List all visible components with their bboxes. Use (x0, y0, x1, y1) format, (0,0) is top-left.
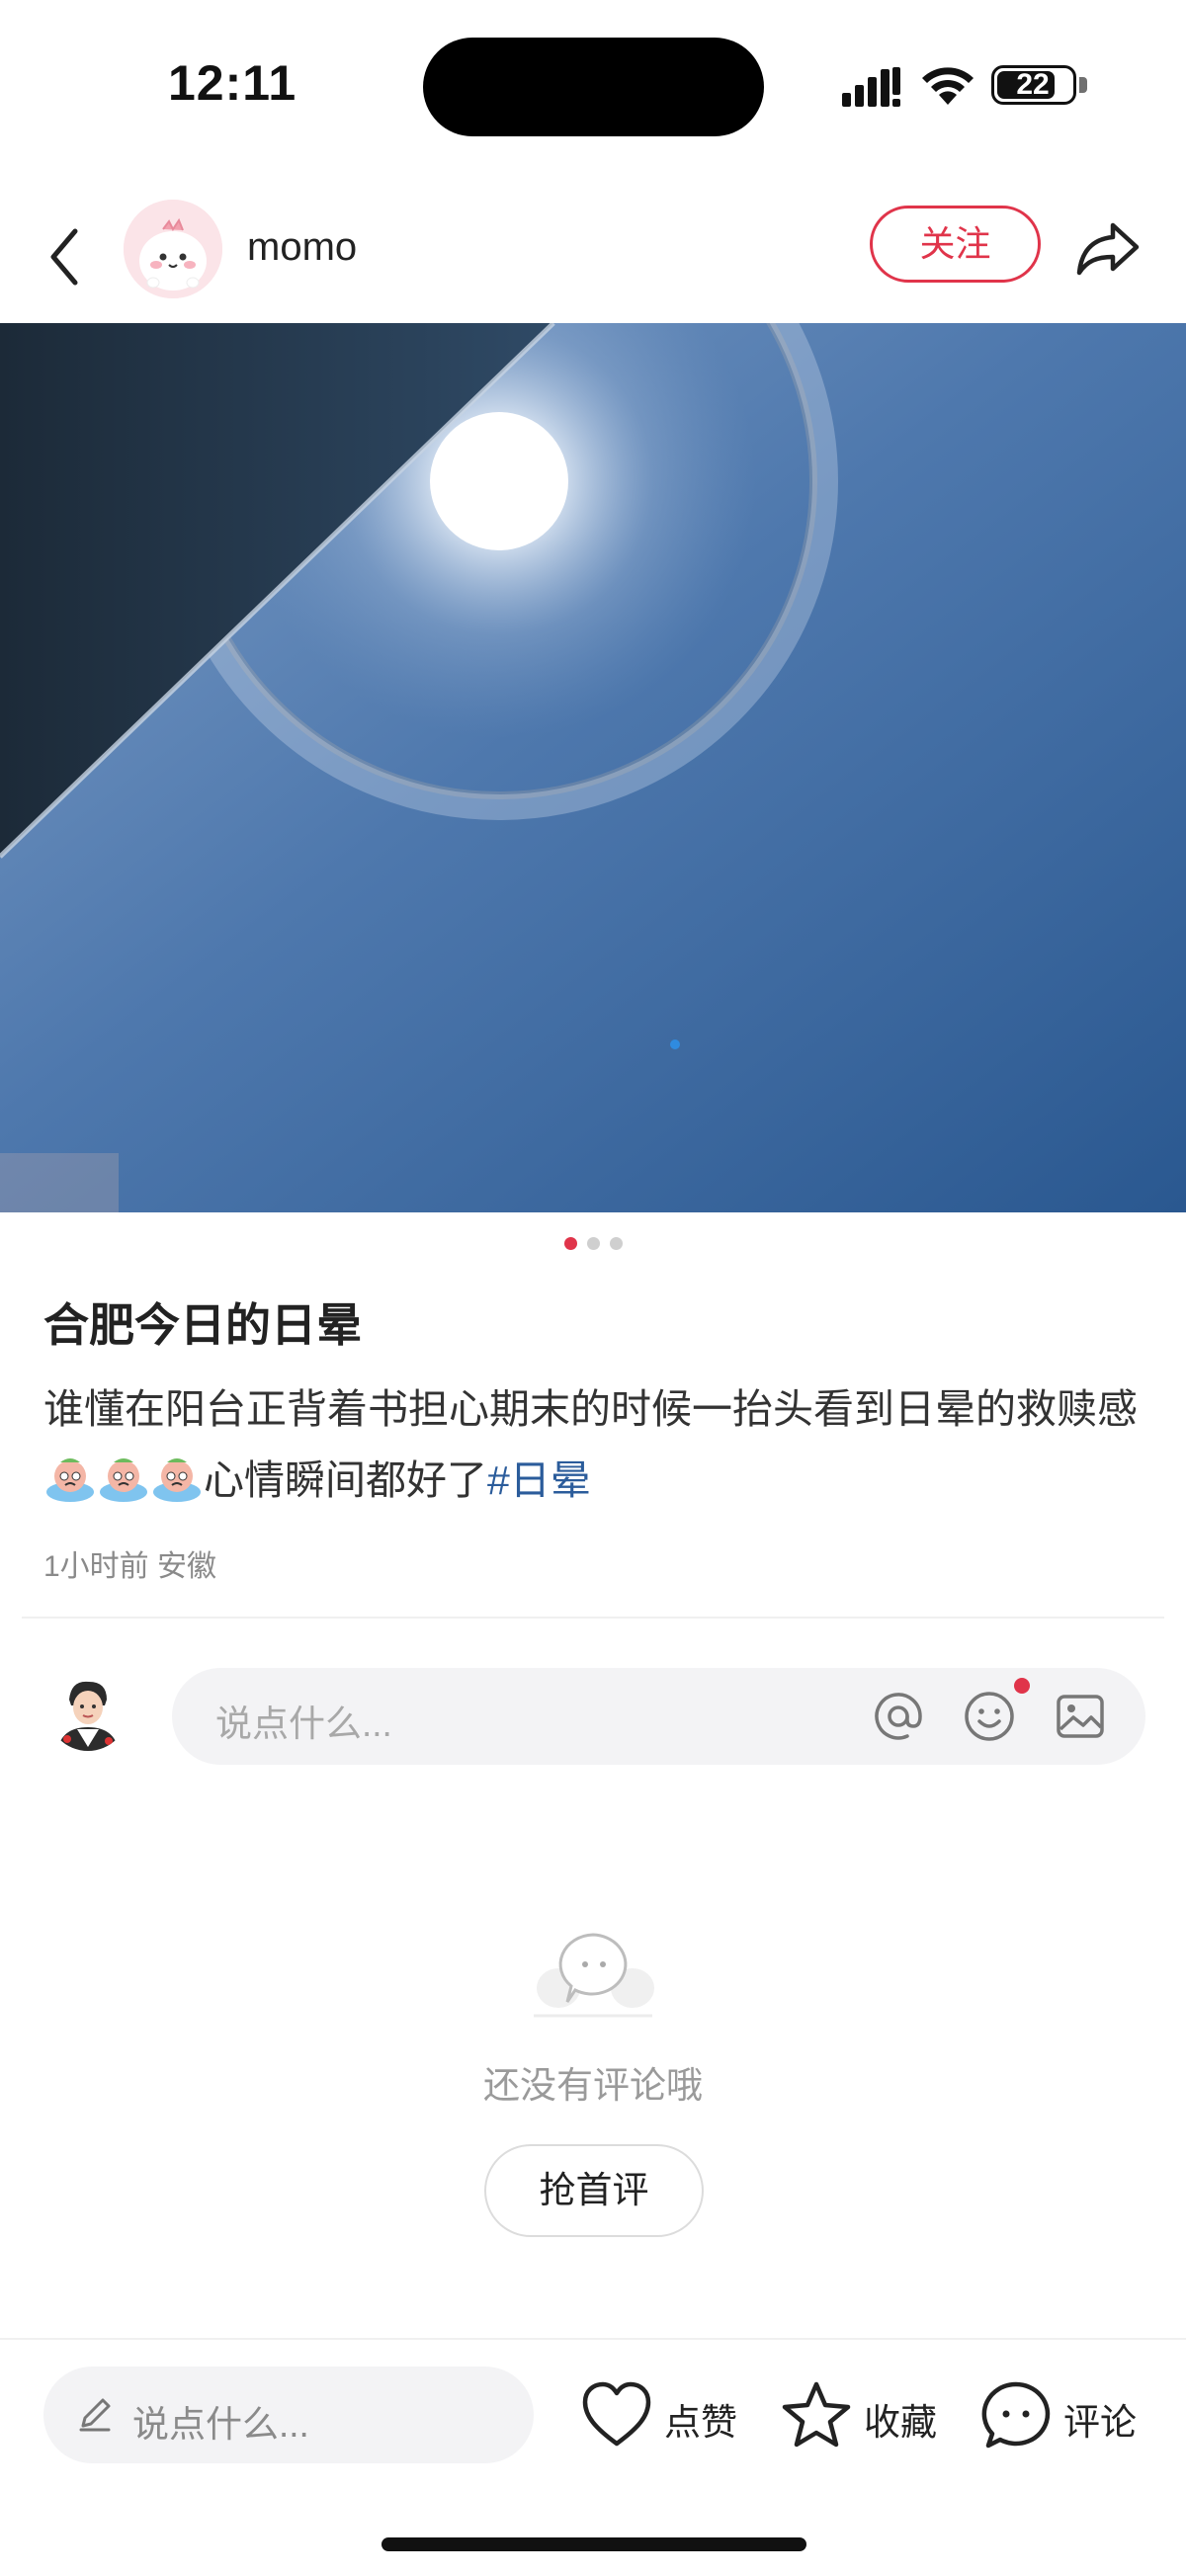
my-avatar (47, 1670, 128, 1751)
carousel-dot[interactable] (586, 1237, 600, 1250)
bottom-input-placeholder: 说点什么... (132, 2404, 309, 2445)
empty-comment-icon (534, 1933, 654, 2018)
cellular-signal-icon (842, 67, 900, 107)
battery-level: 22 (1016, 68, 1050, 101)
post-title: 合肥今日的日晕 (43, 1299, 362, 1351)
post-body-text-end: 心情瞬间都好了 (204, 1457, 487, 1503)
dynamic-island (423, 38, 764, 136)
hashtag-link[interactable]: #日晕 (487, 1457, 591, 1503)
back-icon[interactable] (42, 217, 91, 296)
crying-emoji-icon (46, 1458, 94, 1502)
first-comment-button[interactable]: 抢首评 (484, 2144, 704, 2237)
comment-input[interactable]: 说点什么... (172, 1668, 1145, 1765)
star-icon (782, 2381, 851, 2448)
post-meta: 1小时前 安徽 (43, 1550, 217, 1583)
post-body-text: 谁懂在阳台正背着书担心期末的时候一抬头看到日晕的救赎感 (43, 1386, 1138, 1432)
bottom-comment-input[interactable]: 说点什么... (43, 2367, 534, 2463)
bottom-divider (0, 2338, 1186, 2340)
carousel-dot[interactable] (609, 1237, 623, 1250)
empty-comments-text: 还没有评论哦 (483, 2065, 703, 2106)
home-indicator[interactable] (381, 2537, 806, 2551)
carousel-dot[interactable] (563, 1237, 577, 1250)
crying-emoji-icon (153, 1458, 201, 1502)
post-photo[interactable] (0, 323, 1186, 1212)
pen-icon (79, 2398, 111, 2432)
wifi-icon (922, 67, 974, 105)
heart-icon (582, 2381, 651, 2447)
comment-bubble-icon (981, 2381, 1051, 2449)
battery-indicator: 22 (991, 65, 1076, 105)
collect-label: 收藏 (864, 2402, 937, 2443)
status-time: 12:11 (168, 55, 297, 111)
follow-button[interactable]: 关注 (870, 206, 1041, 283)
comment-button[interactable]: 评论 (980, 2376, 1139, 2455)
notification-dot (1014, 1678, 1030, 1694)
image-icon[interactable] (1054, 1690, 1107, 1743)
share-icon[interactable] (1075, 217, 1141, 277)
crying-emoji-icon (100, 1458, 147, 1502)
at-icon[interactable] (872, 1690, 925, 1743)
author-avatar[interactable] (124, 200, 222, 298)
author-name[interactable]: momo (247, 225, 357, 270)
divider (22, 1617, 1164, 1619)
like-label: 点赞 (664, 2402, 737, 2443)
comment-label: 评论 (1063, 2402, 1137, 2443)
like-button[interactable]: 点赞 (581, 2376, 739, 2455)
post-body: 谁懂在阳台正背着书担心期末的时候一抬头看到日晕的救赎感心情瞬间都好了#日晕 (43, 1373, 1150, 1516)
collect-button[interactable]: 收藏 (781, 2376, 939, 2455)
comment-input-placeholder: 说点什么... (215, 1703, 392, 1744)
post-header: momo 关注 (0, 188, 1186, 326)
emoji-icon[interactable] (963, 1690, 1016, 1743)
carousel-indicator (0, 1237, 1186, 1251)
status-bar: 12:11 22 (0, 0, 1186, 168)
